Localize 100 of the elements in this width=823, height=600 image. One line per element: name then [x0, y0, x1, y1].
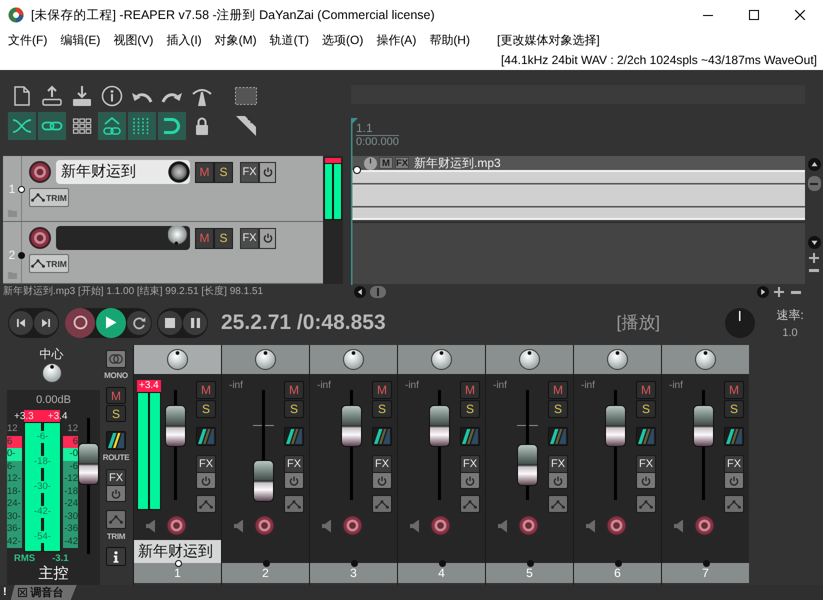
record-arm-icon[interactable]: [430, 515, 451, 536]
solo-button[interactable]: S: [284, 400, 304, 418]
solo-button[interactable]: S: [106, 405, 126, 422]
fx-bypass-button[interactable]: [460, 473, 480, 489]
strip-header[interactable]: [398, 345, 485, 374]
pan-knob[interactable]: [255, 349, 276, 370]
trim-button[interactable]: TRIM: [29, 254, 69, 273]
repeat-button[interactable]: [127, 310, 151, 334]
fader-thumb[interactable]: [693, 404, 714, 447]
toolbar-toggle[interactable]: [8, 112, 36, 140]
solo-button[interactable]: S: [214, 162, 233, 182]
menu-item[interactable]: 操作(A): [376, 32, 416, 48]
strip-header[interactable]: [486, 345, 573, 374]
record-arm-icon[interactable]: [694, 515, 715, 536]
zoom-out-icon[interactable]: [791, 290, 801, 294]
fx-bypass-button[interactable]: [259, 228, 276, 248]
pan-knob[interactable]: [42, 363, 62, 383]
mute-button[interactable]: M: [106, 387, 126, 404]
alert-mark[interactable]: !: [3, 586, 7, 599]
fader-thumb[interactable]: [165, 404, 186, 447]
routing-button[interactable]: [724, 427, 744, 446]
fader-thumb[interactable]: [253, 460, 274, 502]
speaker-icon[interactable]: [146, 518, 156, 532]
pan-knob[interactable]: [167, 349, 188, 370]
speaker-icon[interactable]: [322, 518, 332, 532]
routing-button[interactable]: [460, 427, 480, 446]
menu-item[interactable]: 视图(V): [113, 32, 154, 48]
track-name-label[interactable]: 新年财运到: [134, 540, 221, 563]
envelope-button[interactable]: [636, 495, 656, 513]
speaker-icon[interactable]: [234, 518, 244, 532]
volume-knob[interactable]: [168, 160, 190, 184]
envelope-button[interactable]: [284, 495, 304, 513]
toolbar-toggle[interactable]: [38, 112, 66, 140]
record-arm-icon[interactable]: [606, 515, 627, 536]
fx-button[interactable]: FX: [196, 455, 216, 473]
menu-item[interactable]: 对象(M): [214, 32, 257, 48]
mono-button[interactable]: [106, 350, 126, 368]
fx-button[interactable]: FX: [284, 455, 304, 473]
record-arm-icon[interactable]: [166, 515, 187, 536]
speaker-icon[interactable]: [586, 518, 596, 532]
routing-button[interactable]: [372, 427, 392, 446]
mute-button[interactable]: M: [548, 381, 568, 399]
scroll-left-icon[interactable]: [354, 286, 366, 298]
mute-button[interactable]: M: [284, 381, 304, 399]
fx-button[interactable]: FX: [240, 162, 259, 182]
envelope-button[interactable]: [548, 495, 568, 513]
envelope-button[interactable]: [724, 495, 744, 513]
menu-item[interactable]: 插入(I): [166, 32, 202, 48]
go-to-end-button[interactable]: [34, 310, 58, 334]
envelope-button[interactable]: [196, 495, 216, 513]
fx-bypass-button[interactable]: [106, 486, 126, 502]
scroll-thumb[interactable]: [808, 176, 820, 191]
fx-button[interactable]: FX: [240, 228, 259, 248]
strip-header[interactable]: [310, 345, 397, 374]
routing-button[interactable]: [636, 427, 656, 446]
menu-item[interactable]: 帮助(H): [429, 32, 470, 48]
fx-button[interactable]: FX: [724, 455, 744, 473]
scroll-up-icon[interactable]: [808, 158, 820, 171]
fx-button[interactable]: FX: [460, 455, 480, 473]
mute-button[interactable]: M: [636, 381, 656, 399]
item-fx-button[interactable]: FX: [395, 157, 409, 169]
menu-item[interactable]: 编辑(E): [60, 32, 100, 48]
go-to-start-button[interactable]: [9, 310, 33, 334]
fx-bypass-button[interactable]: [548, 473, 568, 489]
strip-header[interactable]: [662, 345, 749, 374]
routing-button[interactable]: [196, 427, 216, 446]
routing-button[interactable]: [106, 431, 126, 450]
docker-tab[interactable]: 调音台: [10, 585, 77, 600]
fx-bypass-button[interactable]: [259, 162, 276, 182]
fx-bypass-button[interactable]: [196, 473, 216, 489]
menu-item[interactable]: 选项(O): [322, 32, 364, 48]
solo-button[interactable]: S: [636, 400, 656, 418]
record-button[interactable]: [65, 308, 95, 338]
toolbar-toggle[interactable]: [128, 112, 156, 140]
record-arm-icon[interactable]: [29, 227, 51, 249]
item-knob-icon[interactable]: [364, 156, 377, 170]
mute-button[interactable]: M: [724, 381, 744, 399]
item-mute-button[interactable]: M: [379, 157, 393, 169]
fx-button[interactable]: FX: [636, 455, 656, 473]
solo-button[interactable]: S: [372, 400, 392, 418]
toolbar-toggle[interactable]: [158, 112, 186, 140]
pan-knob[interactable]: [343, 349, 364, 370]
item-header[interactable]: M FX 新年财运到.mp3: [352, 156, 805, 170]
speaker-icon[interactable]: [498, 518, 508, 532]
solo-button[interactable]: S: [724, 400, 744, 418]
edit-cursor[interactable]: [351, 118, 358, 285]
pan-knob[interactable]: [607, 349, 628, 370]
record-arm-icon[interactable]: [342, 515, 363, 536]
mute-button[interactable]: M: [196, 381, 216, 399]
fx-button[interactable]: FX: [106, 469, 126, 486]
menu-item[interactable]: [更改媒体对象选择]: [496, 32, 600, 48]
record-arm-icon[interactable]: [518, 515, 539, 536]
trim-button[interactable]: TRIM: [29, 188, 69, 207]
mute-button[interactable]: M: [460, 381, 480, 399]
zoom-in-icon[interactable]: [809, 253, 819, 263]
solo-button[interactable]: S: [460, 400, 480, 418]
fx-bypass-button[interactable]: [284, 473, 304, 489]
media-item-body[interactable]: [352, 170, 805, 220]
track-name-field[interactable]: 新年财运到: [56, 160, 168, 184]
play-button[interactable]: [96, 308, 126, 338]
